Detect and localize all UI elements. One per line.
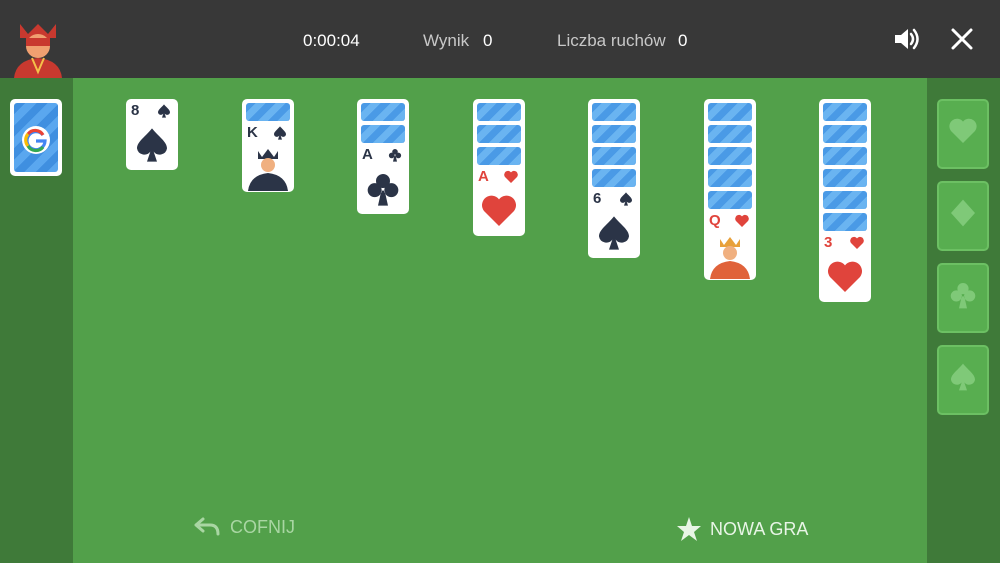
tableau-pile-6[interactable]: Q: [704, 99, 756, 280]
foundation-heart[interactable]: [937, 99, 989, 169]
club-large-icon: [367, 174, 399, 206]
face-down-card: [708, 147, 752, 165]
stock-pile[interactable]: [10, 99, 62, 176]
card-rank: 6: [593, 190, 602, 207]
new-game-label: NOWA GRA: [710, 518, 809, 539]
foundation-club[interactable]: [937, 263, 989, 333]
face-down-card: [823, 213, 867, 231]
face-down-card: [477, 103, 521, 121]
heart-icon: [504, 170, 518, 183]
face-down-card: [823, 125, 867, 143]
spade-icon: [274, 126, 286, 140]
foundation-diamond[interactable]: [937, 181, 989, 251]
foundation-spade[interactable]: [937, 345, 989, 415]
card-rank: Q: [709, 212, 721, 229]
face-down-card: [592, 147, 636, 165]
score-value: 0: [483, 31, 493, 50]
moves-label: Liczba ruchów: [557, 31, 666, 50]
face-down-card: [823, 169, 867, 187]
tableau-pile-1[interactable]: 8: [126, 99, 178, 170]
face-down-card: [361, 103, 405, 121]
diamond-icon: [951, 199, 975, 227]
face-down-card: [823, 147, 867, 165]
speaker-icon[interactable]: [892, 24, 922, 54]
tableau-pile-2[interactable]: K: [242, 99, 294, 192]
heart-icon: [949, 118, 977, 143]
face-down-card: [708, 125, 752, 143]
spade-icon: [620, 192, 632, 206]
face-down-card: [477, 147, 521, 165]
face-down-card: [708, 103, 752, 121]
close-icon[interactable]: [947, 24, 977, 54]
spade-icon: [158, 104, 170, 118]
club-icon: [950, 283, 976, 309]
face-down-card: [823, 103, 867, 121]
score-label: Wynik: [423, 31, 470, 50]
tableau-pile-5[interactable]: 6: [588, 99, 640, 258]
spade-large-icon: [137, 128, 167, 162]
undo-label: COFNIJ: [230, 516, 295, 537]
face-down-card: [823, 191, 867, 209]
undo-icon: [194, 517, 220, 536]
top-bar: 0:00:04 Wynik 0 Liczba ruchów 0: [0, 0, 1000, 78]
card-rank: K: [247, 124, 258, 141]
moves-value: 0: [678, 31, 688, 50]
queen-figure-icon: [710, 237, 750, 279]
face-down-card: [708, 191, 752, 209]
new-game-button[interactable]: NOWA GRA: [676, 516, 808, 542]
club-icon: [388, 149, 402, 162]
heart-icon: [735, 214, 749, 227]
face-down-card: [592, 103, 636, 121]
google-logo-icon: [22, 126, 50, 154]
star-icon: [677, 517, 701, 541]
face-down-card: [477, 125, 521, 143]
undo-button[interactable]: COFNIJ: [192, 516, 295, 538]
king-figure-icon: [248, 149, 288, 191]
face-down-card: [708, 169, 752, 187]
tableau-pile-7[interactable]: 3: [819, 99, 871, 302]
player-avatar-icon: [14, 24, 62, 78]
card-rank: 3: [824, 234, 833, 251]
game-timer: 0:00:04: [303, 31, 360, 50]
card-rank: A: [478, 168, 489, 185]
heart-large-icon: [828, 261, 862, 292]
heart-large-icon: [482, 195, 516, 226]
spade-icon: [951, 363, 975, 391]
face-down-card: [592, 125, 636, 143]
heart-icon: [850, 236, 864, 249]
face-down-card: [246, 103, 290, 121]
face-down-card: [592, 169, 636, 187]
card-rank: 8: [131, 102, 140, 119]
card-rank: A: [362, 146, 373, 163]
spade-large-icon: [599, 216, 629, 250]
face-down-card: [361, 125, 405, 143]
tableau-pile-4[interactable]: A: [473, 99, 525, 236]
tableau-pile-3[interactable]: A: [357, 99, 409, 214]
